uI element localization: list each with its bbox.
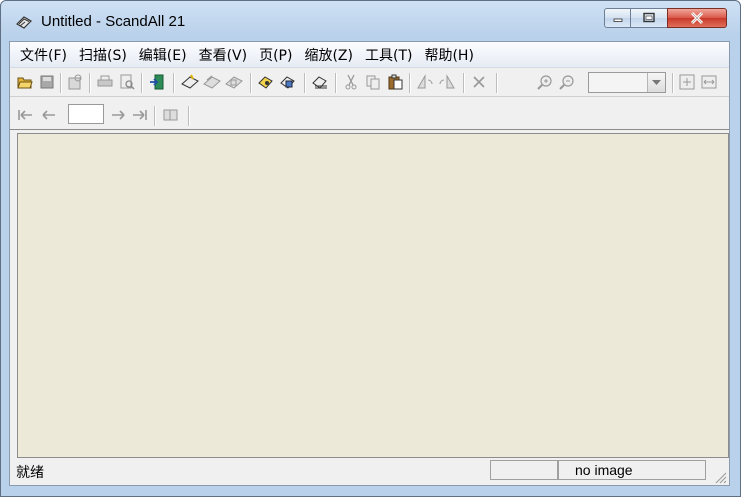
zoom-in-icon bbox=[537, 75, 552, 90]
open-folder-icon bbox=[17, 77, 33, 89]
title-bar[interactable]: Untitled - ScandAll 21 bbox=[1, 1, 740, 41]
scan-append-button[interactable] bbox=[203, 73, 221, 91]
scan-insert-button[interactable] bbox=[225, 73, 243, 91]
maximize-button[interactable] bbox=[630, 8, 668, 28]
scanner-insert-icon bbox=[225, 76, 243, 89]
next-page-button[interactable] bbox=[109, 106, 127, 124]
save-button[interactable] bbox=[38, 73, 56, 91]
arrow-right-icon bbox=[112, 110, 125, 120]
zoom-out-icon bbox=[559, 75, 574, 90]
menu-zoom[interactable]: 缩放(Z) bbox=[298, 45, 359, 65]
close-button[interactable] bbox=[667, 8, 727, 28]
navigation-toolbar bbox=[10, 100, 729, 130]
open-button[interactable] bbox=[16, 73, 34, 91]
chevron-down-icon[interactable] bbox=[647, 73, 665, 92]
scissors-icon bbox=[345, 74, 357, 90]
fit-page-button[interactable] bbox=[678, 73, 696, 91]
first-page-icon bbox=[18, 110, 32, 120]
scan-settings-button[interactable] bbox=[257, 73, 275, 91]
copy-button[interactable] bbox=[364, 73, 382, 91]
exit-door-icon bbox=[150, 74, 164, 90]
scan-profile-button[interactable] bbox=[279, 73, 297, 91]
zoom-level-dropdown[interactable] bbox=[588, 72, 666, 93]
zoom-in-button[interactable] bbox=[536, 73, 554, 91]
resize-grip-icon[interactable] bbox=[713, 469, 727, 484]
last-page-button[interactable] bbox=[131, 106, 149, 124]
scan-button[interactable] bbox=[181, 73, 199, 91]
paste-button[interactable] bbox=[386, 73, 404, 91]
minimize-icon bbox=[613, 18, 622, 22]
close-icon bbox=[690, 11, 704, 25]
print-preview-button[interactable] bbox=[118, 73, 136, 91]
page-number-input[interactable] bbox=[68, 104, 104, 124]
zoom-out-button[interactable] bbox=[558, 73, 576, 91]
menu-tools[interactable]: 工具(T) bbox=[359, 45, 418, 65]
rotate-right-button[interactable] bbox=[438, 73, 456, 91]
scanner-append-icon bbox=[203, 75, 221, 89]
goto-page-button[interactable] bbox=[162, 106, 180, 124]
menu-bar: 文件(F) 扫描(S) 编辑(E) 查看(V) 页(P) 缩放(Z) 工具(T)… bbox=[10, 42, 729, 68]
scan-profile-icon bbox=[280, 76, 295, 89]
menu-file[interactable]: 文件(F) bbox=[14, 45, 73, 65]
properties-icon bbox=[68, 74, 82, 90]
rotate-left-icon bbox=[417, 74, 433, 89]
minimize-button[interactable] bbox=[604, 8, 631, 28]
print-button[interactable] bbox=[96, 73, 114, 91]
rotate-left-button[interactable] bbox=[416, 73, 434, 91]
last-page-icon bbox=[133, 110, 147, 120]
status-pane-image: no image bbox=[558, 460, 706, 480]
exit-button[interactable] bbox=[148, 73, 166, 91]
rotate-right-icon bbox=[439, 74, 455, 89]
fit-page-icon bbox=[679, 74, 695, 90]
app-window: Untitled - ScandAll 21 文件(F) 扫描(S) 编辑(E)… bbox=[0, 0, 741, 497]
scan-settings-icon bbox=[258, 76, 273, 89]
client-area: 文件(F) 扫描(S) 编辑(E) 查看(V) 页(P) 缩放(Z) 工具(T)… bbox=[9, 41, 730, 486]
print-preview-icon bbox=[120, 74, 135, 90]
batch-scan-icon bbox=[312, 76, 327, 89]
menu-view[interactable]: 查看(V) bbox=[193, 45, 254, 65]
arrow-left-icon bbox=[42, 110, 55, 120]
book-icon bbox=[163, 109, 178, 121]
previous-page-button[interactable] bbox=[40, 106, 58, 124]
status-pane-info bbox=[490, 460, 558, 480]
delete-button[interactable] bbox=[470, 73, 488, 91]
batch-scan-button[interactable] bbox=[311, 73, 329, 91]
fit-width-icon bbox=[701, 75, 717, 89]
paste-clipboard-icon bbox=[388, 74, 403, 90]
status-bar: 就绪 no image bbox=[10, 458, 729, 485]
window-title: Untitled - ScandAll 21 bbox=[41, 13, 186, 30]
first-page-button[interactable] bbox=[16, 106, 34, 124]
scandall-app-icon[interactable] bbox=[15, 13, 33, 31]
document-view-area[interactable] bbox=[17, 133, 729, 458]
status-message: 就绪 bbox=[16, 465, 44, 481]
menu-page[interactable]: 页(P) bbox=[253, 45, 298, 65]
menu-help[interactable]: 帮助(H) bbox=[418, 45, 479, 65]
menu-scan[interactable]: 扫描(S) bbox=[73, 45, 133, 65]
maximize-icon bbox=[643, 12, 655, 23]
printer-icon bbox=[97, 75, 113, 87]
cut-button[interactable] bbox=[342, 73, 360, 91]
fit-width-button[interactable] bbox=[700, 73, 718, 91]
properties-button[interactable] bbox=[66, 73, 84, 91]
menu-edit[interactable]: 编辑(E) bbox=[133, 45, 193, 65]
delete-x-icon bbox=[473, 76, 485, 88]
scanner-icon bbox=[181, 74, 199, 89]
main-toolbar bbox=[10, 69, 729, 97]
copy-icon bbox=[366, 75, 380, 90]
save-disk-icon bbox=[40, 75, 54, 89]
